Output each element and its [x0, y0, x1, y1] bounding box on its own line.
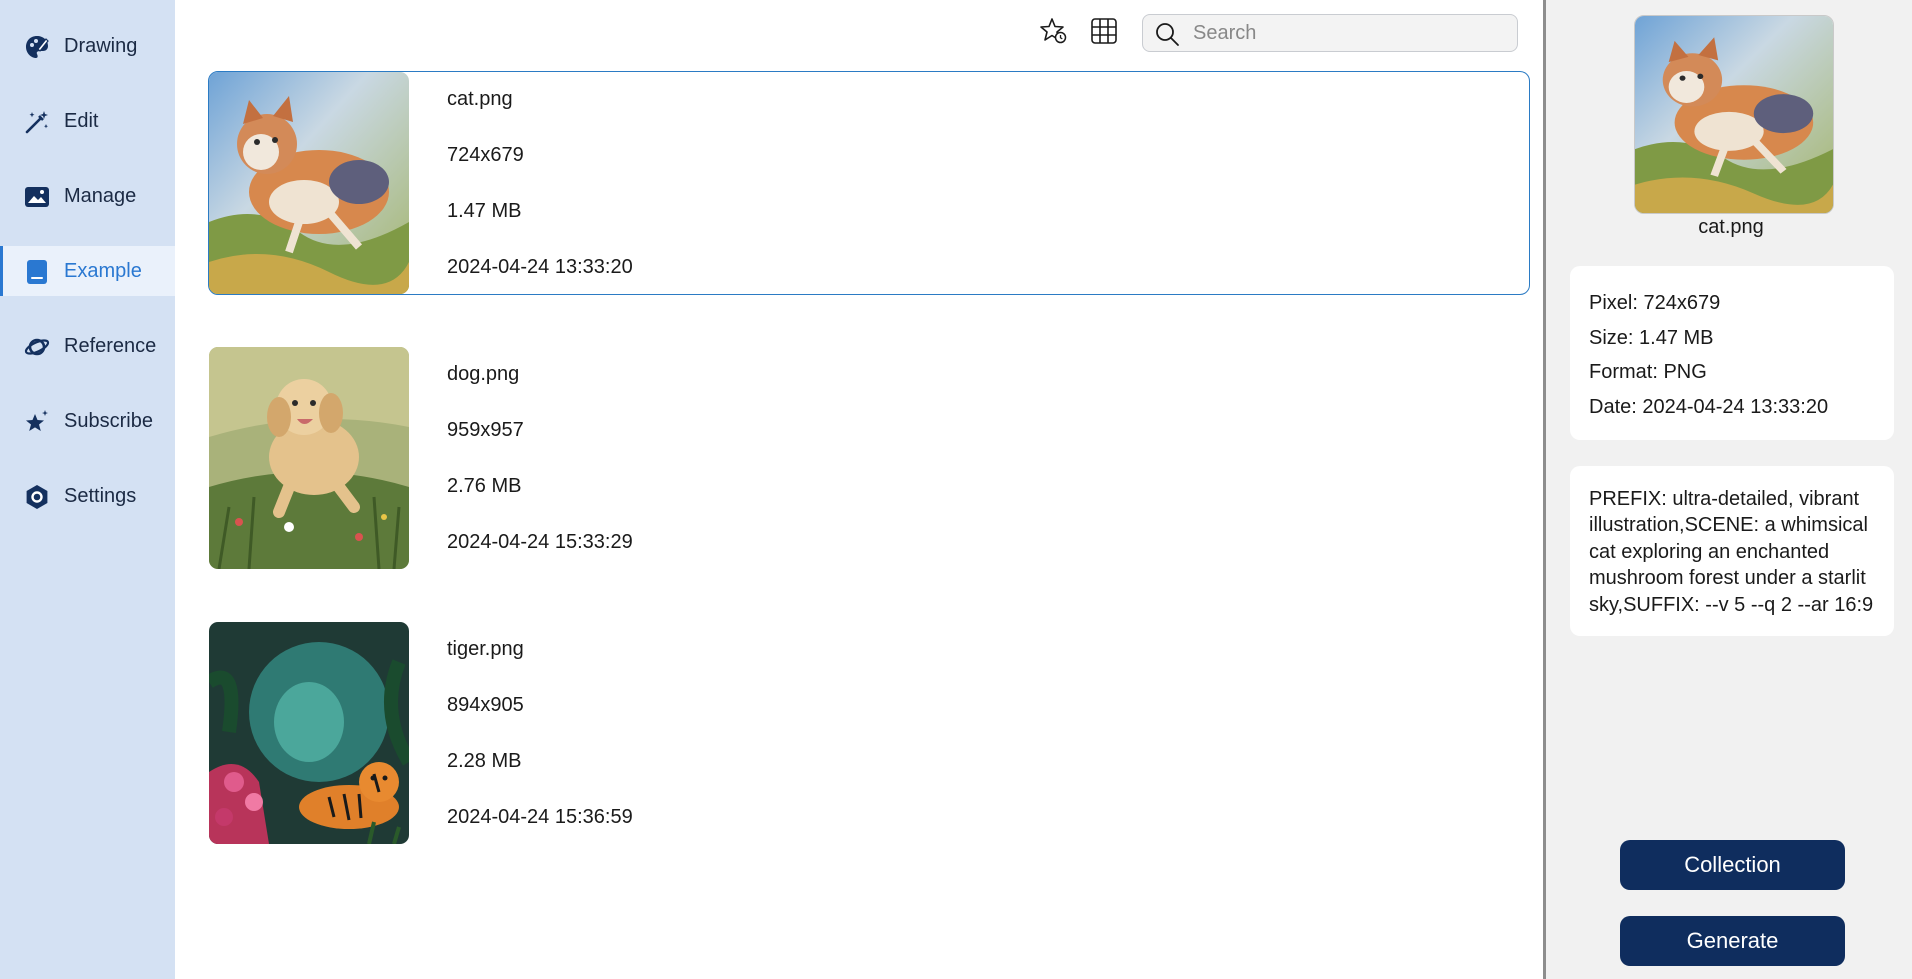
image-card-cat[interactable]: cat.png 724x679 1.47 MB 2024-04-24 13:33…: [208, 71, 1530, 295]
image-dimensions: 724x679: [447, 144, 524, 166]
sidebar-item-example[interactable]: Example: [0, 246, 175, 296]
image-name: cat.png: [447, 88, 513, 110]
sidebar-item-reference[interactable]: Reference: [0, 321, 175, 371]
sidebar-item-settings[interactable]: Settings: [0, 471, 175, 521]
collection-button[interactable]: Collection: [1620, 840, 1845, 890]
palette-icon: [26, 36, 49, 58]
sidebar: Drawing Edit Manage Example Reference Su…: [0, 0, 175, 979]
sidebar-item-drawing[interactable]: Drawing: [0, 21, 175, 71]
grid-icon[interactable]: [1089, 16, 1119, 46]
search-input[interactable]: [1193, 19, 1503, 47]
star-clock-icon[interactable]: [1039, 16, 1069, 46]
sidebar-item-label: Drawing: [64, 34, 138, 57]
preview-filename: cat.png: [1698, 216, 1764, 238]
image-date: 2024-04-24 15:36:59: [447, 806, 633, 828]
generate-button[interactable]: Generate: [1620, 916, 1845, 966]
image-name: tiger.png: [447, 638, 524, 660]
book-icon: [27, 260, 47, 284]
star-sparkle-icon: [26, 410, 48, 431]
image-size: 1.47 MB: [447, 200, 522, 222]
tiger-thumbnail: [209, 622, 409, 844]
search-box: [1142, 14, 1518, 52]
image-date: 2024-04-24 13:33:20: [447, 256, 633, 278]
dog-thumbnail: [209, 347, 409, 569]
sidebar-item-label: Example: [64, 259, 142, 282]
sidebar-item-subscribe[interactable]: Subscribe: [0, 396, 175, 446]
image-date: 2024-04-24 15:33:29: [447, 531, 633, 553]
sidebar-item-label: Manage: [64, 184, 137, 207]
format-info: Format: PNG: [1589, 361, 1707, 383]
sidebar-item-label: Settings: [64, 484, 137, 507]
size-info: Size: 1.47 MB: [1589, 326, 1714, 349]
image-dimensions: 959x957: [447, 419, 524, 441]
image-size: 2.28 MB: [447, 750, 522, 772]
magic-wand-icon: [25, 111, 48, 134]
image-info-card: Pixel: 724x679 Size: 1.47 MB Format: PNG…: [1570, 266, 1894, 440]
search-icon: [1156, 23, 1179, 46]
pixel-info: Pixel: 724x679: [1589, 292, 1721, 314]
date-info: Date: 2024-04-24 13:33:20: [1589, 395, 1829, 418]
sidebar-item-edit[interactable]: Edit: [0, 96, 175, 146]
preview-image: [1634, 15, 1834, 214]
image-dimensions: 894x905: [447, 694, 524, 716]
sidebar-item-label: Reference: [64, 334, 157, 357]
prompt-text: PREFIX: ultra-detailed, vibrant illustra…: [1570, 466, 1894, 636]
sidebar-item-label: Edit: [64, 109, 99, 132]
gear-icon: [26, 485, 48, 509]
image-size: 2.76 MB: [447, 475, 522, 497]
image-name: dog.png: [447, 363, 520, 385]
image-icon: [25, 187, 49, 207]
image-card-dog[interactable]: dog.png 959x957 2.76 MB 2024-04-24 15:33…: [208, 346, 1530, 570]
planet-icon: [24, 338, 50, 356]
image-card-tiger[interactable]: tiger.png 894x905 2.28 MB 2024-04-24 15:…: [208, 621, 1530, 845]
sidebar-item-manage[interactable]: Manage: [0, 171, 175, 221]
sidebar-item-label: Subscribe: [64, 409, 153, 432]
image-list-panel: cat.png 724x679 1.47 MB 2024-04-24 13:33…: [175, 0, 1543, 979]
cat-thumbnail: [209, 72, 409, 294]
detail-panel: cat.png Pixel: 724x679 Size: 1.47 MB For…: [1546, 0, 1912, 979]
